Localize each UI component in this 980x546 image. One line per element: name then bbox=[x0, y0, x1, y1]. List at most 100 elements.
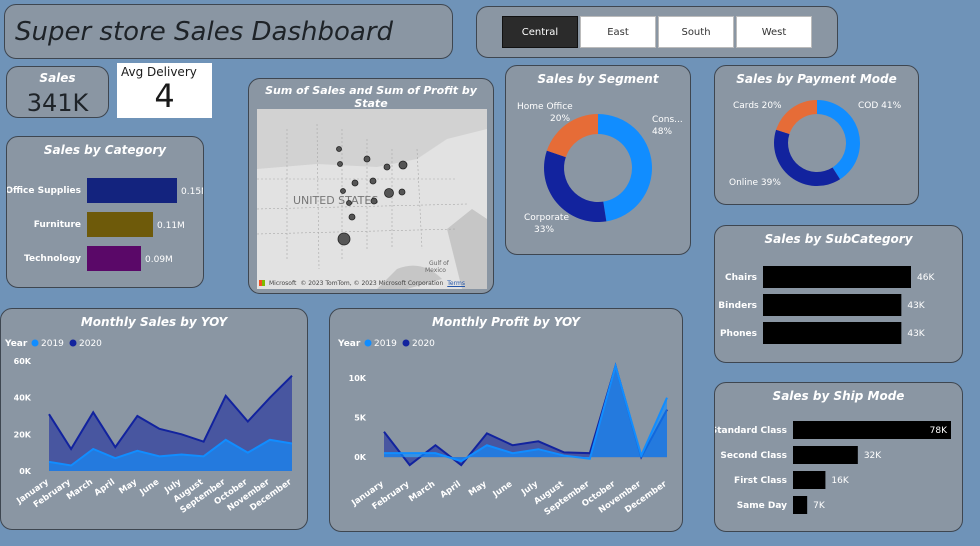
monthly-sales-ytick-label: 0K bbox=[19, 467, 32, 476]
shipmode-bar bbox=[793, 446, 858, 464]
monthly-profit-ytick-label: 10K bbox=[349, 374, 367, 383]
region-slicer: Central East South West bbox=[502, 16, 812, 48]
monthly-profit-legend-label: 2020 bbox=[412, 339, 435, 349]
subcategory-chart-card: Sales by SubCategory Chairs 46K Binders 43K… bbox=[714, 225, 963, 363]
category-value-label: 0.09M bbox=[145, 255, 173, 265]
monthly-profit-legend-marker bbox=[402, 339, 410, 347]
shipmode-bar bbox=[793, 421, 951, 439]
map-bubble bbox=[363, 155, 371, 163]
slicer-east-button[interactable]: East bbox=[580, 16, 656, 48]
shipmode-label: Second Class bbox=[720, 451, 787, 461]
subcategory-bar bbox=[763, 322, 902, 344]
map-area[interactable]: UNITED STATES Gulf of Mexico Microsoft ©… bbox=[257, 109, 487, 289]
map-bubble bbox=[348, 213, 356, 221]
state-map-card: Sum of Sales and Sum of Profit by State … bbox=[248, 78, 494, 294]
monthly-sales-chart: Year 2019 20200K20K40K60KJanuaryFebruaryMa… bbox=[4, 339, 294, 516]
monthly-profit-ytick-label: 5K bbox=[354, 414, 367, 423]
map-bubble bbox=[337, 232, 351, 246]
segment-label-name: Cons... bbox=[652, 115, 683, 125]
shipmode-value-label: 16K bbox=[831, 476, 849, 486]
slicer-central-button[interactable]: Central bbox=[502, 16, 578, 48]
subcategory-chart: Chairs 46K Binders 43K Phones 43K bbox=[718, 266, 935, 344]
shipmode-chart-card: Sales by Ship Mode Standard Class 78K Seco… bbox=[714, 382, 963, 532]
sales-kpi-label: Sales bbox=[39, 71, 76, 85]
map-bubble bbox=[369, 177, 377, 185]
monthly-profit-xtick-label: April bbox=[439, 479, 463, 500]
slicer-west-button[interactable]: West bbox=[736, 16, 812, 48]
payment-slice bbox=[774, 129, 841, 186]
map-bubble bbox=[398, 160, 408, 170]
segment-label-value: 48% bbox=[652, 127, 672, 137]
payment-label: COD 41% bbox=[858, 101, 902, 111]
category-chart-card: Sales by Category Office Supplies0.15MFu… bbox=[6, 136, 204, 288]
category-chart: Office Supplies 0.15M Furniture 0.11M Techno… bbox=[7, 178, 203, 271]
monthly-sales-legend-title: Year bbox=[4, 339, 28, 349]
monthly-profit-legend-marker bbox=[364, 339, 372, 347]
map-copyright: © 2023 TomTom, © 2023 Microsoft Corporat… bbox=[300, 280, 444, 287]
subcategory-bar bbox=[763, 266, 911, 288]
monthly-profit-xtick-label: May bbox=[467, 479, 489, 499]
segment-label-name: Corporate bbox=[524, 213, 569, 223]
payment-label: Online 39% bbox=[729, 178, 781, 188]
monthly-sales-ytick-label: 20K bbox=[14, 430, 32, 439]
map-attribution: Microsoft © 2023 TomTom, © 2023 Microsof… bbox=[259, 280, 465, 287]
map-bubble bbox=[351, 179, 359, 187]
map-bubble bbox=[383, 163, 391, 171]
monthly-profit-xtick-label: June bbox=[491, 479, 515, 500]
monthly-sales-legend-marker bbox=[69, 339, 77, 347]
payment-chart: COD 41% Online 39% Cards 20% bbox=[729, 100, 902, 188]
monthly-sales-xtick-label: June bbox=[137, 477, 161, 498]
monthly-sales-legend-marker bbox=[31, 339, 39, 347]
monthly-sales-legend-label: 2020 bbox=[79, 339, 102, 349]
microsoft-logo-icon bbox=[259, 280, 265, 286]
category-label: Technology bbox=[24, 254, 81, 264]
map-country-label: UNITED STATES bbox=[293, 194, 378, 207]
subcategory-label: Phones bbox=[720, 329, 757, 339]
shipmode-value-label: 7K bbox=[813, 501, 826, 511]
monthly-profit-ytick-label: 0K bbox=[354, 453, 367, 462]
map-bubble bbox=[398, 188, 406, 196]
shipmode-chart: Standard Class 78K Second Class 32K First Cl… bbox=[715, 421, 951, 514]
map-title: Sum of Sales and Sum of Profit by State bbox=[265, 84, 477, 110]
monthly-sales-xtick-label: May bbox=[117, 477, 139, 497]
monthly-sales-ytick-label: 40K bbox=[14, 394, 32, 403]
category-bar bbox=[87, 212, 153, 237]
monthly-sales-legend-label: 2019 bbox=[41, 339, 64, 349]
segment-chart: Cons... 48% Corporate 33% Home Office 20% bbox=[517, 102, 683, 235]
segment-label-name: Home Office bbox=[517, 102, 573, 112]
slicer-south-button[interactable]: South bbox=[658, 16, 734, 48]
monthly-profit-card: Monthly Profit by YOY Year 2019 2020 0K 5K 10… bbox=[329, 308, 683, 532]
monthly-profit-legend-label: 2019 bbox=[374, 339, 397, 349]
map-brand: Microsoft bbox=[269, 280, 297, 287]
monthly-profit-legend-title: Year bbox=[337, 339, 361, 349]
title-card: Super store Sales Dashboard bbox=[4, 4, 453, 59]
us-map: UNITED STATES Gulf of Mexico bbox=[257, 109, 487, 289]
shipmode-value-label: 32K bbox=[864, 451, 882, 461]
map-gulf-label: Gulf of bbox=[429, 260, 450, 267]
monthly-sales-card: Monthly Sales by YOY Year 2019 2020 0K 20K 40… bbox=[0, 308, 308, 530]
payment-label: Cards 20% bbox=[733, 101, 782, 111]
map-terms-link[interactable]: Terms bbox=[447, 280, 465, 287]
subcategory-label: Binders bbox=[718, 301, 757, 311]
monthly-profit-chart: Year 2019 20200K5K10KJanuaryFebruaryMarch A… bbox=[337, 339, 669, 518]
map-bubble bbox=[340, 188, 346, 194]
map-bubble bbox=[337, 161, 343, 167]
monthly-sales-xtick-label: April bbox=[93, 477, 117, 498]
subcategory-bar bbox=[763, 294, 902, 316]
map-bubble bbox=[346, 200, 352, 206]
category-label: Furniture bbox=[34, 220, 81, 230]
payment-chart-card: Sales by Payment Mode COD 41% Online 39% C… bbox=[714, 65, 919, 205]
map-bubble bbox=[336, 146, 342, 152]
avg-delivery-value: 4 bbox=[154, 77, 175, 115]
subcategory-label: Chairs bbox=[725, 273, 757, 283]
shipmode-label: Standard Class bbox=[715, 426, 787, 436]
shipmode-value-label: 78K bbox=[930, 426, 948, 436]
subcategory-value-label: 43K bbox=[907, 301, 925, 311]
monthly-profit-xtick-label: March bbox=[407, 479, 437, 504]
segment-label-value: 20% bbox=[550, 114, 570, 124]
map-bubble bbox=[384, 188, 394, 198]
map-bubble bbox=[370, 197, 378, 205]
payment-slice bbox=[776, 100, 817, 135]
shipmode-bar bbox=[793, 496, 808, 514]
avg-delivery-kpi-card: Avg Delivery 4 bbox=[117, 63, 212, 118]
